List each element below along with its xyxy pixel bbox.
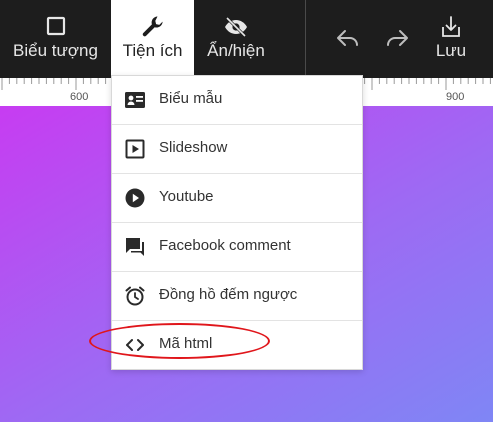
menu-item-label: Slideshow xyxy=(159,139,228,156)
menu-item-label: Facebook comment xyxy=(159,237,291,254)
menu-item-slideshow[interactable]: Slideshow xyxy=(112,125,362,174)
undo-button[interactable] xyxy=(326,0,370,78)
toolbar-button-utilities[interactable]: Tiện ích xyxy=(111,0,194,78)
toolbar-button-icons[interactable]: Biểu tượng xyxy=(0,0,111,78)
menu-item-youtube[interactable]: Youtube xyxy=(112,174,362,223)
redo-button[interactable] xyxy=(375,0,419,78)
menu-item-label: Đồng hồ đếm ngược xyxy=(159,286,298,303)
ruler-label: 600 xyxy=(70,91,89,103)
toolbar-button-label: Ẩn/hiện xyxy=(207,41,265,60)
play-square-icon xyxy=(125,139,145,159)
menu-item-html-code[interactable]: Mã html xyxy=(112,321,362,369)
wrench-icon xyxy=(142,16,163,37)
toolbar-button-label: Biểu tượng xyxy=(13,41,98,60)
square-outline-icon xyxy=(46,16,65,36)
eye-off-icon xyxy=(225,16,247,38)
redo-icon xyxy=(387,30,408,46)
utilities-dropdown-menu: Biểu mẫu Slideshow Youtube Facebook comm… xyxy=(111,75,363,370)
save-download-icon xyxy=(442,16,460,37)
ruler-label: 900 xyxy=(446,91,465,103)
toolbar-button-show-hide[interactable]: Ẩn/hiện xyxy=(194,0,278,78)
menu-item-label: Mã html xyxy=(159,335,213,352)
alarm-clock-icon xyxy=(125,286,145,306)
menu-item-label: Youtube xyxy=(159,188,214,205)
undo-icon xyxy=(337,30,358,46)
toolbar-divider xyxy=(305,0,306,78)
top-toolbar: Biểu tượng Tiện ích Ẩn/hiện Lưu xyxy=(0,0,493,78)
toolbar-button-label: Tiện ích xyxy=(122,41,183,60)
menu-item-label: Biểu mẫu xyxy=(159,90,223,107)
code-icon xyxy=(126,339,144,351)
toolbar-button-label: Lưu xyxy=(435,41,467,60)
menu-item-facebook-comment[interactable]: Facebook comment xyxy=(112,223,362,272)
form-card-icon xyxy=(125,92,145,108)
save-button[interactable]: Lưu xyxy=(428,0,474,78)
menu-item-form[interactable]: Biểu mẫu xyxy=(112,76,362,125)
play-circle-icon xyxy=(125,188,145,208)
comment-icon xyxy=(126,238,144,256)
menu-item-countdown-clock[interactable]: Đồng hồ đếm ngược xyxy=(112,272,362,321)
